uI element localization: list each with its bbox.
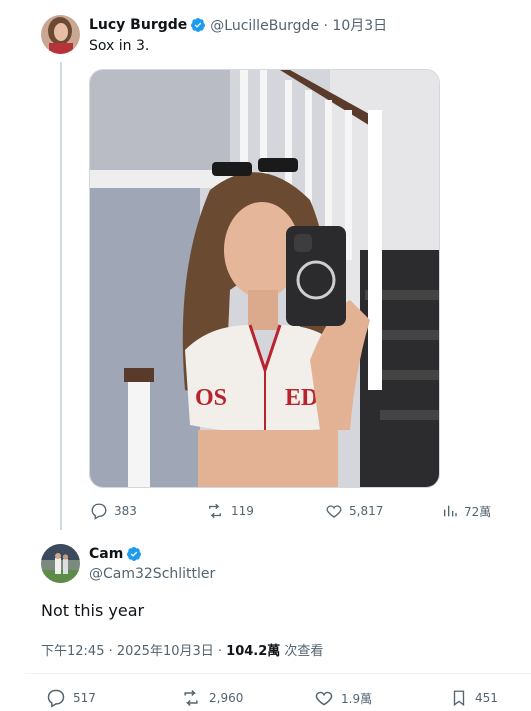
- reply-bookmark-button[interactable]: 451: [450, 688, 498, 708]
- original-tweet-text: Sox in 3.: [89, 38, 150, 54]
- like-count: 5,817: [349, 504, 384, 518]
- reply-button[interactable]: 383: [90, 502, 137, 520]
- like-button[interactable]: 5,817: [325, 502, 383, 520]
- reply-count: 383: [114, 504, 137, 518]
- heart-icon: [315, 691, 333, 706]
- reply-tweet-header: Cam: [89, 546, 142, 562]
- reply-reply-count: 517: [73, 691, 96, 705]
- reply-view-count: 104.2萬: [226, 644, 281, 659]
- reply-handle-row: @Cam32Schlittler: [89, 566, 215, 582]
- reply-author-handle[interactable]: @Cam32Schlittler: [89, 566, 215, 582]
- verified-badge-icon: [127, 547, 142, 561]
- original-tweet-header: Lucy Burgde @LucilleBurgde · 10月3日: [89, 15, 387, 35]
- reply-like-count: 1.9萬: [341, 691, 373, 706]
- lucy-avatar[interactable]: [41, 15, 80, 54]
- verified-badge-icon: [191, 18, 206, 32]
- photo-illustration: OS ED: [90, 70, 439, 487]
- meta-divider: [25, 673, 531, 674]
- reply-author-name[interactable]: Cam: [89, 546, 123, 562]
- reply-repost-button[interactable]: 2,960: [180, 688, 243, 708]
- reply-repost-count: 2,960: [209, 691, 244, 705]
- views-button[interactable]: 72萬: [442, 502, 491, 520]
- views-chart-icon: [444, 505, 457, 517]
- reply-icon: [47, 689, 65, 708]
- tweet-photo[interactable]: OS ED: [89, 69, 440, 488]
- view-count: 72萬: [464, 504, 492, 519]
- thread-connector-line: [60, 62, 62, 530]
- heart-icon: [326, 505, 342, 518]
- repost-count: 119: [231, 504, 254, 518]
- repost-button[interactable]: 119: [205, 502, 254, 520]
- repost-icon: [184, 689, 198, 707]
- repost-icon: [209, 503, 221, 519]
- reply-timestamp[interactable]: 下午12:45 · 2025年10月3日 ·: [41, 644, 226, 659]
- cam-avatar[interactable]: [41, 544, 80, 583]
- reply-view-label: 次查看: [280, 644, 324, 659]
- reply-like-button[interactable]: 1.9萬: [314, 688, 372, 708]
- svg-text:ED: ED: [285, 385, 318, 411]
- bookmark-icon: [453, 690, 465, 707]
- reply-icon: [91, 503, 107, 520]
- reply-reply-button[interactable]: 517: [46, 688, 96, 708]
- reply-bookmark-count: 451: [475, 691, 498, 705]
- reply-meta: 下午12:45 · 2025年10月3日 · 104.2萬 次查看: [41, 640, 323, 659]
- reply-tweet-text: Not this year: [41, 601, 145, 620]
- author-handle-date[interactable]: @LucilleBurgde · 10月3日: [210, 15, 387, 35]
- author-name[interactable]: Lucy Burgde: [89, 17, 187, 33]
- svg-text:OS: OS: [195, 385, 227, 411]
